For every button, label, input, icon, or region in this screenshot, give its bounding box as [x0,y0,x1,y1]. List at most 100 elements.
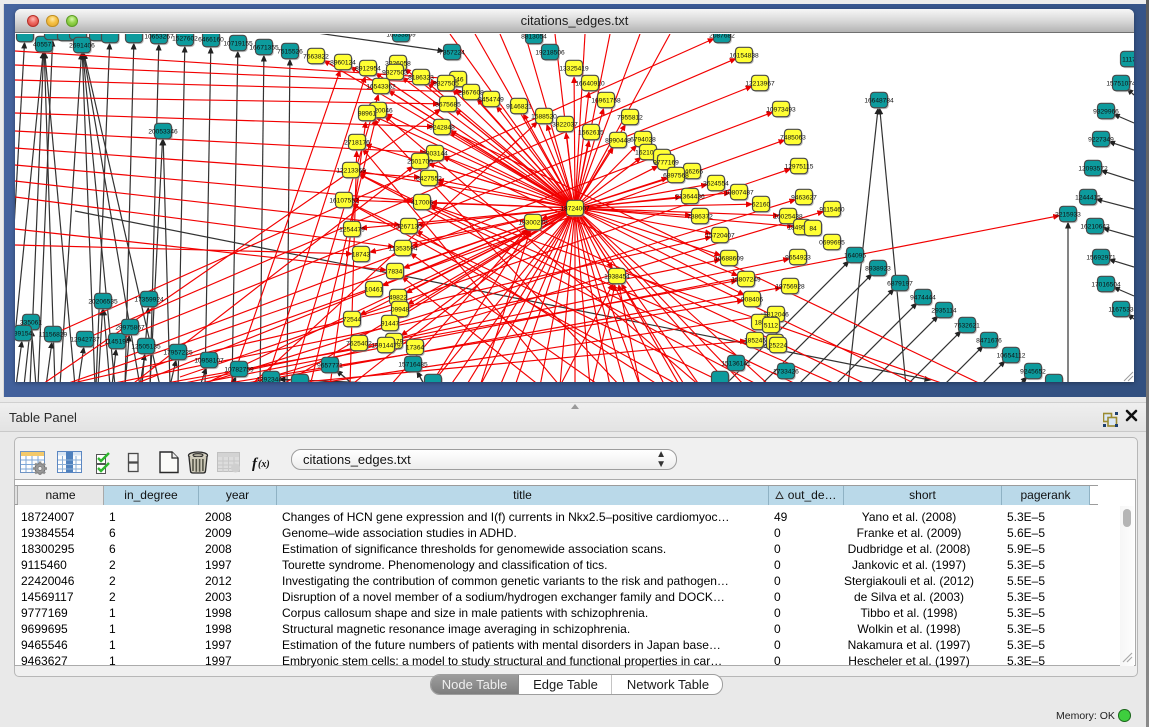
svg-text:17359924: 17359924 [134,296,164,303]
svg-text:8427552: 8427552 [416,175,442,182]
svg-text:25224: 25224 [769,342,788,349]
svg-text:164095: 164095 [844,252,866,259]
svg-text:2501700: 2501700 [407,158,433,165]
svg-text:2691406: 2691406 [69,42,95,49]
svg-text:15716485: 15716485 [398,361,428,368]
svg-text:10653267: 10653267 [144,34,174,40]
svg-text:16543362: 16543362 [366,83,396,90]
svg-text:7386372: 7386372 [687,213,713,220]
svg-text:15751074: 15751074 [1106,80,1134,87]
svg-text:19756928: 19756928 [775,283,805,290]
svg-text:9146821: 9146821 [506,103,532,110]
svg-text:12942737: 12942737 [70,336,100,343]
svg-text:1145194: 1145194 [104,338,130,345]
svg-text:7515526: 7515526 [277,48,303,55]
svg-text:16154838: 16154838 [729,52,759,59]
svg-text:91447: 91447 [381,320,400,327]
svg-text:7834: 7834 [388,268,403,275]
svg-text:908406: 908406 [741,296,763,303]
svg-text:10654112: 10654112 [997,352,1026,359]
svg-text:1117: 1117 [1122,56,1134,63]
svg-text:16671355: 16671355 [249,44,279,51]
svg-text:2867608: 2867608 [458,89,484,96]
svg-text:9245652: 9245652 [1020,368,1046,375]
svg-text:10807487: 10807487 [724,189,754,196]
svg-text:17016504: 17016504 [1091,281,1121,288]
svg-text:6879197: 6879197 [887,280,913,287]
svg-text:3822037: 3822037 [552,121,578,128]
svg-text:6897568: 6897568 [663,172,689,179]
svg-text:16033809: 16033809 [386,34,416,38]
svg-text:84: 84 [809,225,817,232]
svg-text:09948: 09948 [391,306,410,313]
svg-text:10958107: 10958107 [194,357,224,364]
svg-text:6466160: 6466160 [198,36,224,43]
svg-text:8938923: 8938923 [865,265,891,272]
svg-text:8960124: 8960124 [330,59,356,66]
svg-text:11156829: 11156829 [39,331,68,338]
svg-text:12213369: 12213369 [336,167,366,174]
svg-text:5112: 5112 [764,322,779,329]
svg-text:(x): (x) [258,459,270,470]
svg-text:16648784: 16648784 [864,97,894,104]
svg-text:7632621: 7632621 [954,322,980,329]
svg-text:18724007: 18724007 [560,205,590,212]
svg-text:19218506: 19218506 [535,49,565,56]
svg-text:8912954: 8912954 [355,65,381,72]
svg-text:17364: 17364 [406,344,425,351]
svg-text:9463627: 9463627 [791,194,817,201]
svg-text:10461: 10461 [365,286,384,293]
svg-text:8471676: 8471676 [976,337,1002,344]
svg-text:16961758: 16961758 [591,97,621,104]
svg-text:1254479: 1254479 [339,226,365,233]
svg-text:3624554: 3624554 [703,180,729,187]
svg-text:7357224: 7357224 [439,49,465,56]
svg-text:20206535: 20206535 [88,298,118,305]
svg-text:6794028: 6794028 [630,136,656,143]
svg-text:8186323: 8186323 [408,74,434,81]
svg-text:3267130: 3267130 [396,223,422,230]
svg-text:15914479: 15914479 [371,342,401,349]
svg-text:7625402: 7625402 [346,340,372,347]
svg-text:9242848: 9242848 [429,124,455,131]
svg-text:9654923: 9654923 [785,254,811,261]
svg-text:15692971: 15692971 [1086,254,1116,261]
svg-text:1167533: 1167533 [1108,306,1134,313]
svg-text:12975115: 12975115 [785,163,814,170]
svg-text:12213967: 12213967 [745,80,775,87]
svg-text:10973493: 10973493 [766,106,796,113]
svg-text:1527602: 1527602 [172,35,198,42]
svg-text:8813054: 8813054 [521,34,547,40]
svg-text:39154: 39154 [15,330,32,337]
svg-text:9327503: 9327503 [382,69,408,76]
svg-text:12923448: 12923448 [256,376,286,382]
svg-text:15300275: 15300275 [518,219,548,226]
svg-text:13325419: 13325419 [559,65,589,72]
svg-text:0699695: 0699695 [819,239,845,246]
svg-text:15136141: 15136141 [721,360,751,367]
svg-text:98961: 98961 [358,110,377,117]
svg-text:3215933: 3215933 [1055,211,1081,218]
svg-text:9777169: 9777169 [653,159,679,166]
svg-text:9474444: 9474444 [910,294,936,301]
svg-text:1588520: 1588520 [531,113,557,120]
svg-text:7663822: 7663822 [303,53,329,60]
svg-text:10688609: 10688609 [714,255,744,262]
svg-text:21364436: 21364436 [675,193,705,200]
svg-text:72544: 72544 [343,316,362,323]
svg-text:18743: 18743 [352,251,371,258]
svg-text:1562615: 1562615 [578,129,604,136]
svg-text:12093572: 12093572 [1078,165,1108,172]
svg-text:2718176: 2718176 [344,139,370,146]
svg-text:8990448: 8990448 [605,137,631,144]
svg-text:9657771: 9657771 [317,362,343,369]
svg-text:9327505: 9327505 [433,80,459,87]
svg-text:1733426: 1733426 [773,368,799,375]
svg-text:12505135: 12505135 [131,343,161,350]
svg-text:49822: 49822 [389,294,408,301]
svg-text:9329966: 9329966 [1093,108,1119,115]
svg-text:16210643: 16210643 [1080,223,1110,230]
svg-text:417006: 417006 [411,199,433,206]
svg-text:7955812: 7955812 [617,114,643,121]
svg-text:405571: 405571 [33,41,55,48]
